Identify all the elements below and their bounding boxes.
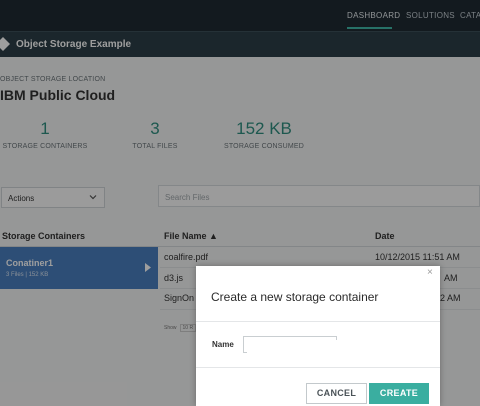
- name-label: Name: [212, 340, 234, 349]
- dialog-title: Create a new storage container: [211, 290, 379, 304]
- name-field: [243, 336, 339, 355]
- close-icon[interactable]: ×: [427, 267, 433, 278]
- cancel-button[interactable]: CANCEL: [306, 383, 367, 404]
- divider: [196, 367, 440, 368]
- create-container-dialog: × Create a new storage container Name CA…: [196, 266, 440, 406]
- create-button[interactable]: CREATE: [369, 383, 429, 404]
- name-input[interactable]: [247, 340, 339, 355]
- divider: [196, 321, 440, 322]
